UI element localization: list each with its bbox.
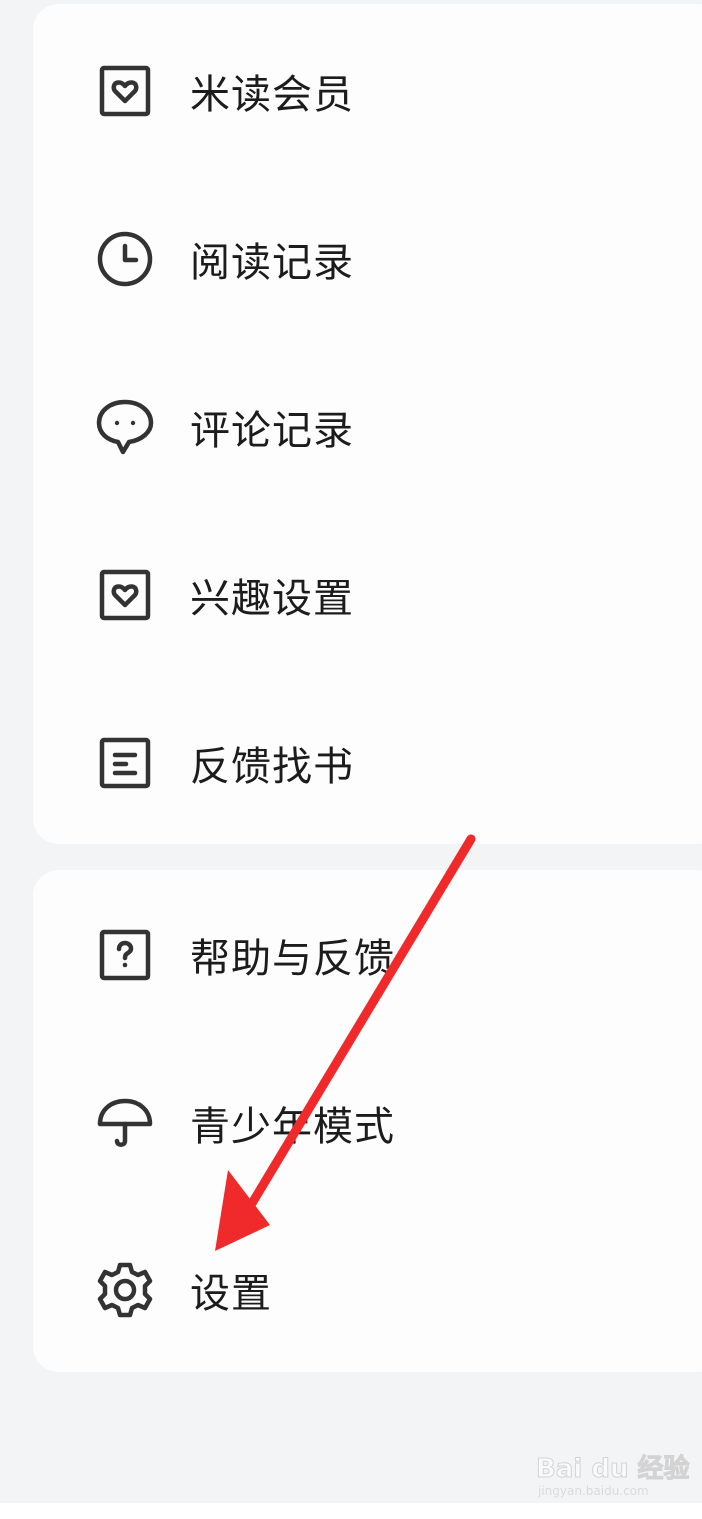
menu-item-label: 阅读记录: [190, 240, 354, 286]
menu-item-label: 米读会员: [190, 72, 354, 118]
watermark-url: jingyan.baidu.com: [538, 1484, 649, 1498]
menu-item-teen-mode[interactable]: 青少年模式: [33, 1073, 702, 1173]
document-icon: [93, 731, 157, 795]
watermark: Bai du 经验 jingyan.baidu.com: [536, 1440, 690, 1510]
menu-card-primary: 米读会员 阅读记录 评论记录 兴趣设置 反馈找书: [33, 4, 702, 844]
menu-item-feedback-find-book[interactable]: 反馈找书: [33, 713, 702, 813]
heart-square-icon: [93, 563, 157, 627]
menu-item-mi-read-member[interactable]: 米读会员: [33, 41, 702, 141]
menu-card-secondary: 帮助与反馈 青少年模式 设置: [33, 870, 702, 1372]
menu-item-reading-history[interactable]: 阅读记录: [33, 209, 702, 309]
menu-item-label: 设置: [190, 1271, 272, 1317]
menu-item-label: 青少年模式: [190, 1104, 395, 1150]
menu-item-interest-settings[interactable]: 兴趣设置: [33, 545, 702, 645]
menu-item-label: 评论记录: [190, 408, 354, 454]
watermark-logo: Bai du 经验: [536, 1454, 690, 1485]
chat-bubble-icon: [93, 395, 157, 459]
umbrella-icon: [93, 1091, 157, 1155]
gear-icon: [93, 1258, 157, 1322]
menu-item-settings[interactable]: 设置: [33, 1240, 702, 1340]
help-square-icon: [93, 923, 157, 987]
menu-item-label: 反馈找书: [190, 744, 354, 790]
menu-item-help-feedback[interactable]: 帮助与反馈: [33, 905, 702, 1005]
menu-item-label: 帮助与反馈: [190, 936, 395, 982]
clock-icon: [93, 227, 157, 291]
heart-square-icon: [93, 59, 157, 123]
menu-item-comment-history[interactable]: 评论记录: [33, 377, 702, 477]
menu-item-label: 兴趣设置: [190, 576, 354, 622]
